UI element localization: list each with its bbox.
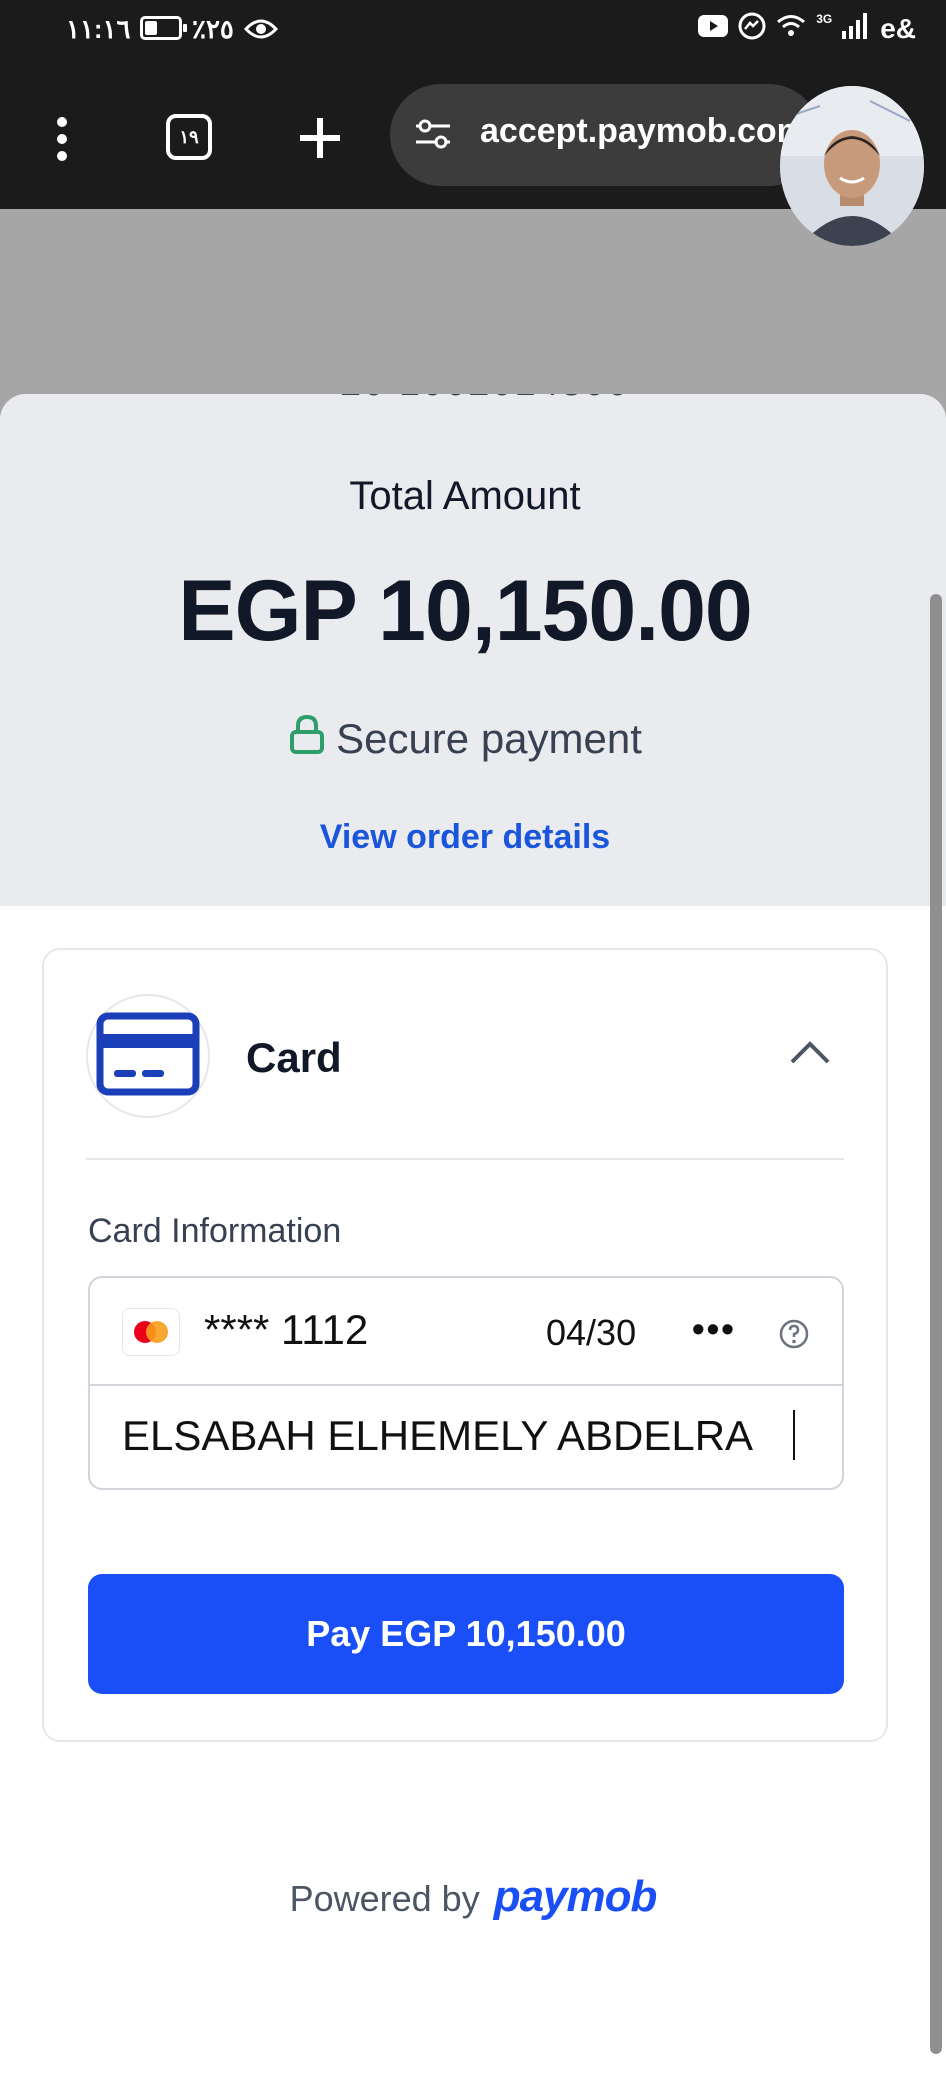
secure-payment-label: Secure payment: [336, 715, 642, 762]
card-cvv-field[interactable]: •••: [692, 1308, 736, 1350]
order-summary: +20 1002014300 Total Amount EGP 10,150.0…: [0, 394, 946, 906]
powered-by-footer: Powered by paymob: [0, 1872, 946, 1922]
network-type: 3G: [816, 11, 833, 26]
total-amount-label: Total Amount: [349, 474, 581, 518]
eye-icon: [243, 16, 279, 47]
card-details-row[interactable]: **** 1112 04/30 •••: [90, 1278, 842, 1386]
help-icon[interactable]: [778, 1318, 810, 1355]
carrier-name: e&: [880, 12, 916, 44]
wifi-icon: [776, 13, 806, 44]
paymob-logo: paymob: [493, 1872, 658, 1921]
battery-percent: ٪٢٥: [192, 14, 234, 44]
card-fields-group: **** 1112 04/30 •••: [88, 1276, 844, 1490]
chevron-up-icon[interactable]: [788, 1038, 832, 1071]
text-cursor: [793, 1410, 795, 1460]
merchant-phone: +20 1002014300: [0, 394, 946, 405]
menu-icon[interactable]: [52, 114, 72, 164]
card-payment-method: Card Card Information **** 1112 04/30 ••…: [42, 948, 888, 1742]
credit-card-icon: [96, 1012, 200, 1101]
status-time: ١١:١٦: [66, 14, 131, 44]
address-bar[interactable]: accept.paymob.com: [390, 84, 820, 186]
youtube-icon: [698, 15, 729, 42]
mastercard-icon: [122, 1308, 180, 1356]
tab-count: ١٩: [179, 126, 199, 147]
card-number-field[interactable]: **** 1112: [204, 1306, 368, 1354]
cardholder-name-row: [90, 1386, 842, 1488]
view-order-details-link[interactable]: View order details: [0, 818, 930, 857]
pay-button[interactable]: Pay EGP 10,150.00: [88, 1574, 844, 1694]
site-settings-icon[interactable]: [412, 114, 454, 159]
card-method-title: Card: [246, 1034, 342, 1081]
scrollbar[interactable]: [930, 594, 942, 2054]
card-information-label: Card Information: [88, 1212, 342, 1250]
url-text: accept.paymob.com: [480, 112, 800, 150]
lock-icon: [288, 714, 326, 764]
signal-icon: [842, 13, 870, 44]
divider: [86, 1158, 844, 1160]
new-tab-icon[interactable]: [298, 116, 342, 160]
card-method-icon-wrapper: [86, 994, 210, 1118]
cardholder-name-input[interactable]: [122, 1408, 822, 1464]
secure-payment-indicator: Secure payment: [0, 714, 930, 764]
total-amount-value: EGP 10,150.00: [178, 563, 753, 659]
payment-sheet: +20 1002014300 Total Amount EGP 10,150.0…: [0, 394, 946, 2094]
card-expiry-field[interactable]: 04/30: [546, 1312, 636, 1354]
messenger-icon: [738, 12, 766, 45]
battery-icon: [140, 16, 187, 40]
avatar[interactable]: [780, 86, 924, 246]
powered-by-label: Powered by: [289, 1878, 480, 1919]
status-bar: ١١:١٦ ٪٢٥ 3G e&: [0, 0, 946, 64]
tab-switcher-button[interactable]: ١٩: [166, 114, 212, 160]
